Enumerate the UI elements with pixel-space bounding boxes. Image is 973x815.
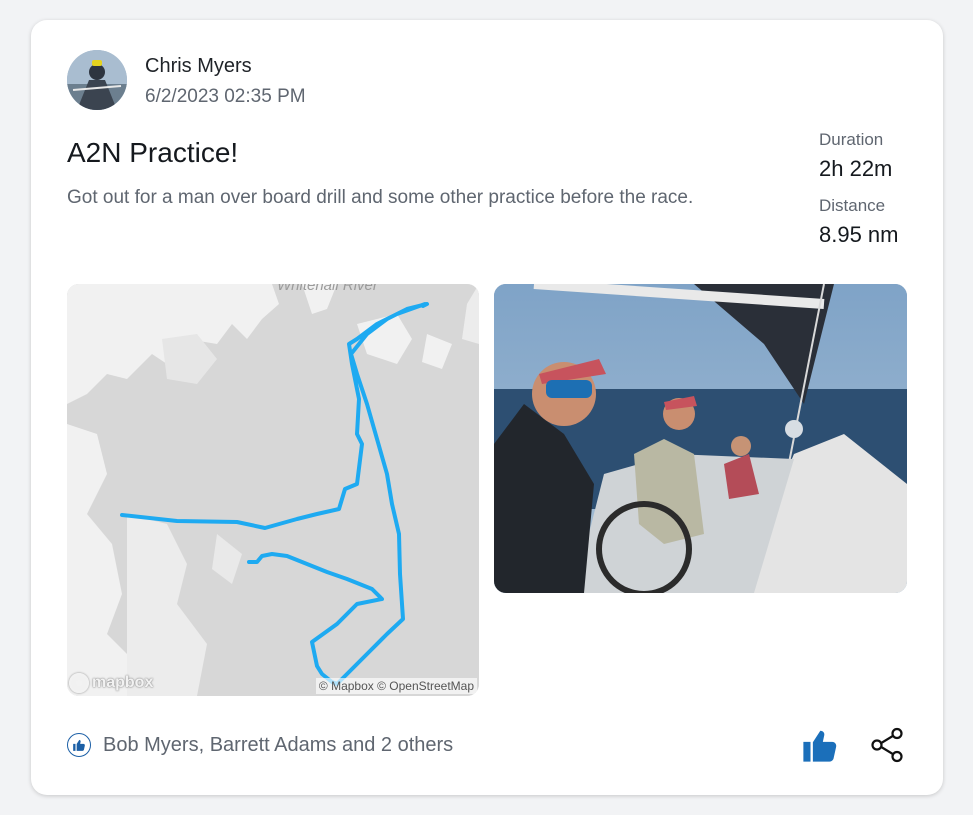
duration-value: 2h 22m (819, 156, 893, 181)
duration-label: Duration (819, 130, 884, 149)
river-label: Whitehall River (277, 284, 379, 294)
mapbox-logo-icon (69, 673, 89, 693)
likes-summary[interactable]: Bob Myers, Barrett Adams and 2 others (67, 733, 453, 757)
duration-stat: Duration 2h 22m (819, 130, 929, 182)
share-icon (871, 727, 903, 763)
author-name[interactable]: Chris Myers (145, 55, 252, 78)
activity-stats: Duration 2h 22m Distance 8.95 nm (819, 130, 929, 248)
like-button[interactable] (799, 725, 841, 765)
activity-card: Chris Myers 6/2/2023 02:35 PM A2N Practi… (31, 20, 943, 795)
map-attribution[interactable]: © Mapbox © OpenStreetMap (315, 678, 477, 694)
share-button[interactable] (867, 725, 907, 765)
post-timestamp: 6/2/2023 02:35 PM (145, 86, 306, 107)
post-description: Got out for a man over board drill and s… (67, 187, 694, 208)
likes-text[interactable]: Bob Myers, Barrett Adams and 2 others (103, 734, 453, 757)
avatar[interactable] (67, 50, 127, 110)
route-map[interactable]: Whitehall River mapbox © Mapbox © OpenSt… (67, 284, 479, 696)
mapbox-logo[interactable]: mapbox (69, 673, 153, 693)
thumbs-up-icon (803, 730, 837, 762)
mapbox-logo-text: mapbox (92, 674, 154, 691)
distance-value: 8.95 nm (819, 222, 899, 247)
post-title[interactable]: A2N Practice! (67, 137, 238, 169)
thumbs-up-icon (67, 733, 91, 757)
distance-stat: Distance 8.95 nm (819, 196, 929, 248)
activity-photo[interactable] (494, 284, 907, 593)
distance-label: Distance (819, 196, 886, 215)
